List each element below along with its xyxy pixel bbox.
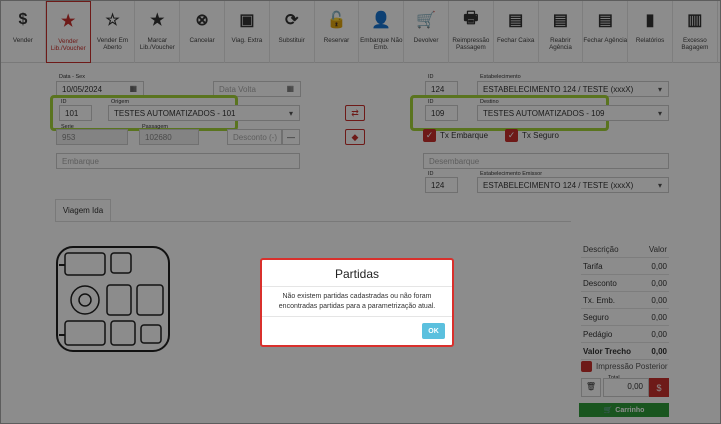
dialog-footer-divider [262, 316, 452, 317]
partidas-dialog: Partidas Não existem partidas cadastrada… [260, 258, 454, 347]
ok-button[interactable]: OK [422, 323, 445, 339]
modal-backdrop[interactable] [0, 0, 721, 424]
dialog-message: Não existem partidas cadastradas ou não … [278, 293, 436, 310]
dialog-title: Partidas [334, 267, 380, 281]
